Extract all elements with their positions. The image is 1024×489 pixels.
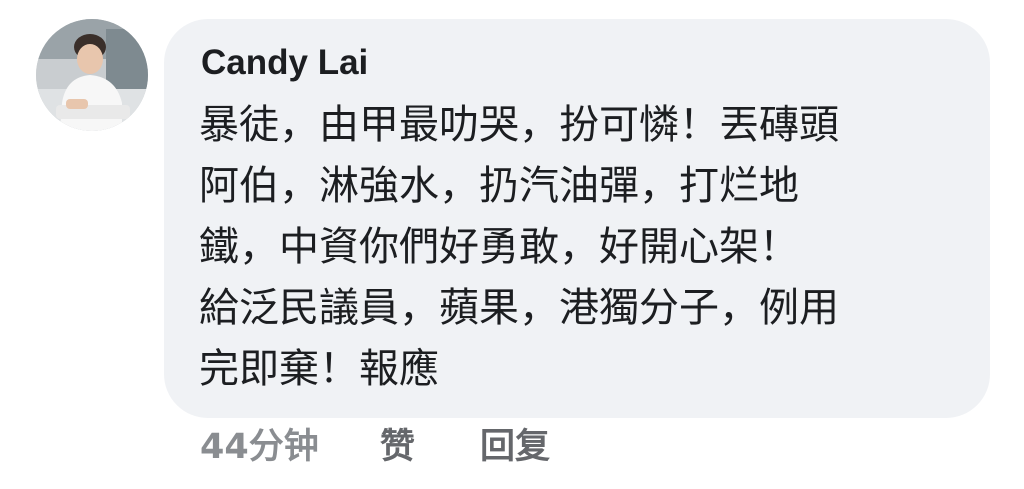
comment-timestamp[interactable]: 44分钟 <box>200 424 319 470</box>
reply-button[interactable]: 回复 <box>480 424 550 470</box>
comment-bubble: Candy Lai 暴徒，由甲最叻哭，扮可憐！丟磚頭 阿伯，淋強水，扔汽油彈，打… <box>164 19 990 418</box>
avatar[interactable] <box>36 19 148 131</box>
comment-text-line: 暴徒，由甲最叻哭，扮可憐！丟磚頭 <box>199 102 839 148</box>
profile-photo-icon <box>36 19 148 131</box>
comment-text: 暴徒，由甲最叻哭，扮可憐！丟磚頭 阿伯，淋強水，扔汽油彈，打烂地 鐵，中資你們好… <box>199 95 959 400</box>
like-button[interactable]: 赞 <box>380 424 415 470</box>
comment-text-line: 給泛民議員，蘋果，港獨分子，例用 <box>199 285 839 331</box>
comment-text-line: 阿伯，淋強水，扔汽油彈，打烂地 <box>199 163 799 209</box>
comment-author[interactable]: Candy Lai <box>201 41 368 85</box>
comment-text-line: 鐵，中資你們好勇敢，好開心架！ <box>199 224 799 270</box>
comment-text-line: 完即棄！報應 <box>199 346 439 392</box>
